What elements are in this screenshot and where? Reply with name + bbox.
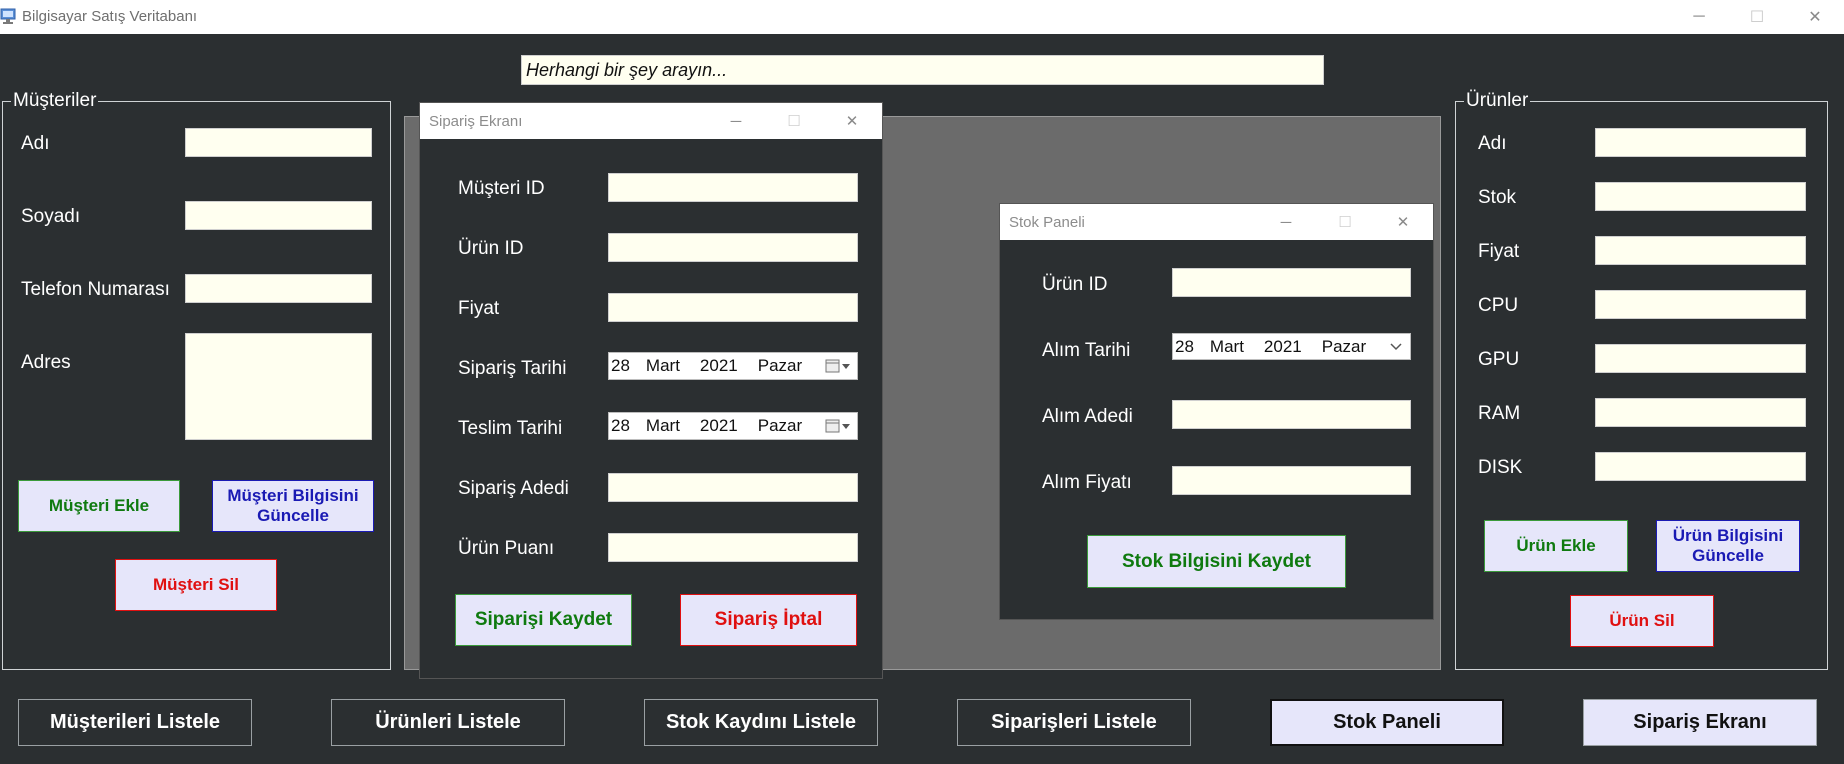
delete-product-button[interactable]: Ürün Sil <box>1570 595 1714 647</box>
stock-panel-button[interactable]: Stok Paneli <box>1270 699 1504 746</box>
product-ram-input[interactable] <box>1595 398 1806 427</box>
delivery-date-picker[interactable]: 28 Mart 2021 Pazar <box>608 412 858 440</box>
update-customer-button[interactable]: Müşteri Bilgisini Güncelle <box>212 480 374 532</box>
product-cpu-input[interactable] <box>1595 290 1806 319</box>
save-order-button[interactable]: Siparişi Kaydet <box>455 594 632 646</box>
stock-window-title: Stok Paneli <box>1009 214 1085 231</box>
purchase-date-year: 2021 <box>1263 336 1302 356</box>
customers-legend: Müşteriler <box>13 90 97 111</box>
order-date-day: 28 <box>611 356 630 375</box>
customer-phone-input[interactable] <box>185 274 372 303</box>
stock-maximize-button[interactable]: ☐ <box>1316 204 1374 240</box>
list-stock-button[interactable]: Stok Kaydını Listele <box>644 699 878 746</box>
customer-surname-label: Soyadı <box>21 206 81 227</box>
stock-window-titlebar: Stok Paneli ─ ☐ ✕ <box>1000 204 1433 240</box>
customer-phone-label: Telefon Numarası <box>21 279 170 300</box>
product-rating-label: Ürün Puanı <box>458 538 555 559</box>
products-group: Ürünler <box>1455 90 1828 670</box>
product-name-label: Adı <box>1478 133 1507 154</box>
purchase-price-input[interactable] <box>1172 466 1411 495</box>
product-ram-label: RAM <box>1478 403 1521 424</box>
product-price-label: Fiyat <box>1478 241 1520 262</box>
customer-name-label: Adı <box>21 133 50 154</box>
delivery-date-year: 2021 <box>699 416 738 435</box>
list-products-button[interactable]: Ürünleri Listele <box>331 699 565 746</box>
purchase-date-picker[interactable]: 28 Mart 2021 Pazar <box>1172 333 1411 360</box>
add-product-button[interactable]: Ürün Ekle <box>1484 520 1628 572</box>
order-screen-button[interactable]: Sipariş Ekranı <box>1583 699 1817 746</box>
order-window: Sipariş Ekranı ─ ☐ ✕ Müşteri ID Ürün ID … <box>419 102 883 679</box>
update-product-button[interactable]: Ürün Bilgisini Güncelle <box>1656 520 1800 572</box>
stock-minimize-button[interactable]: ─ <box>1257 204 1315 240</box>
order-date-month: Mart <box>645 356 680 375</box>
stock-product-id-label: Ürün ID <box>1042 274 1108 295</box>
customer-address-label: Adres <box>21 352 71 373</box>
product-stock-label: Stok <box>1478 187 1517 208</box>
purchase-date-weekday: Pazar <box>1321 336 1367 356</box>
app-icon <box>0 8 16 24</box>
order-quantity-input[interactable] <box>608 473 858 502</box>
chevron-down-icon[interactable] <box>1390 342 1402 352</box>
order-customer-id-input[interactable] <box>608 173 858 202</box>
cancel-order-button[interactable]: Sipariş İptal <box>680 594 857 646</box>
close-button[interactable]: ✕ <box>1786 0 1844 34</box>
search-input[interactable]: Herhangi bir şey arayın... <box>521 55 1324 85</box>
order-window-title: Sipariş Ekranı <box>429 113 523 130</box>
save-stock-button[interactable]: Stok Bilgisini Kaydet <box>1087 535 1346 588</box>
order-date-weekday: Pazar <box>757 356 803 375</box>
order-quantity-label: Sipariş Adedi <box>458 478 569 499</box>
customer-surname-input[interactable] <box>185 201 372 230</box>
stock-product-id-input[interactable] <box>1172 268 1411 297</box>
order-product-id-input[interactable] <box>608 233 858 262</box>
order-window-titlebar: Sipariş Ekranı ─ ☐ ✕ <box>420 103 882 139</box>
product-gpu-input[interactable] <box>1595 344 1806 373</box>
order-close-button[interactable]: ✕ <box>823 103 881 139</box>
purchase-qty-input[interactable] <box>1172 400 1411 429</box>
product-cpu-label: CPU <box>1478 295 1519 316</box>
product-disk-input[interactable] <box>1595 452 1806 481</box>
purchase-date-day: 28 <box>1175 336 1194 356</box>
customer-address-input[interactable] <box>185 333 372 440</box>
stock-close-button[interactable]: ✕ <box>1374 204 1432 240</box>
stock-window: Stok Paneli ─ ☐ ✕ Ürün ID Alım Tarihi 28… <box>999 203 1434 620</box>
purchase-qty-label: Alım Adedi <box>1042 406 1133 427</box>
add-customer-button[interactable]: Müşteri Ekle <box>18 480 180 532</box>
order-product-id-label: Ürün ID <box>458 238 524 259</box>
purchase-date-month: Mart <box>1209 336 1244 356</box>
product-disk-label: DISK <box>1478 457 1523 478</box>
order-date-picker[interactable]: 28 Mart 2021 Pazar <box>608 352 858 380</box>
delivery-date-weekday: Pazar <box>757 416 803 435</box>
window-title: Bilgisayar Satış Veritabanı <box>22 8 198 25</box>
order-customer-id-label: Müşteri ID <box>458 178 545 199</box>
maximize-button[interactable]: ☐ <box>1728 0 1786 34</box>
customer-name-input[interactable] <box>185 128 372 157</box>
title-bar: Bilgisayar Satış Veritabanı ─ ☐ ✕ <box>0 0 1844 34</box>
order-price-input[interactable] <box>608 293 858 322</box>
minimize-button[interactable]: ─ <box>1670 0 1728 34</box>
calendar-dropdown-icon[interactable] <box>825 418 851 434</box>
product-price-input[interactable] <box>1595 236 1806 265</box>
product-gpu-label: GPU <box>1478 349 1520 370</box>
delivery-date-day: 28 <box>611 416 630 435</box>
calendar-dropdown-icon[interactable] <box>825 358 851 374</box>
order-maximize-button[interactable]: ☐ <box>765 103 823 139</box>
delete-customer-button[interactable]: Müşteri Sil <box>115 559 277 611</box>
order-date-year: 2021 <box>699 356 738 375</box>
purchase-price-label: Alım Fiyatı <box>1042 472 1132 493</box>
product-stock-input[interactable] <box>1595 182 1806 211</box>
order-minimize-button[interactable]: ─ <box>707 103 765 139</box>
order-price-label: Fiyat <box>458 298 500 319</box>
delivery-date-month: Mart <box>645 416 680 435</box>
purchase-date-label: Alım Tarihi <box>1042 340 1131 361</box>
product-name-input[interactable] <box>1595 128 1806 157</box>
products-legend: Ürünler <box>1466 90 1529 111</box>
list-customers-button[interactable]: Müşterileri Listele <box>18 699 252 746</box>
list-orders-button[interactable]: Siparişleri Listele <box>957 699 1191 746</box>
order-date-label: Sipariş Tarihi <box>458 358 567 379</box>
delivery-date-label: Teslim Tarihi <box>458 418 563 439</box>
product-rating-input[interactable] <box>608 533 858 562</box>
